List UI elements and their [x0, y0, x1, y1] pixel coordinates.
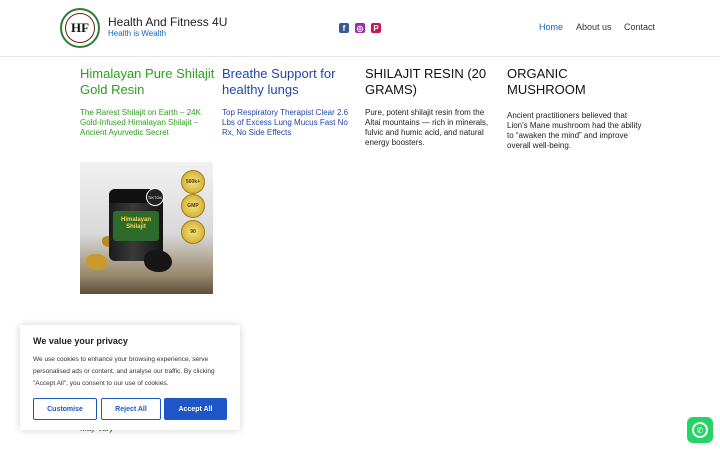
accept-all-button[interactable]: Accept All — [164, 398, 227, 420]
site-logo[interactable]: HF — [60, 8, 100, 48]
product-card-organic-mushroom: ORGANIC MUSHROOM Ancient practitioners b… — [507, 66, 642, 151]
card-text: The Rarest Shilajit on Earth – 24K Gold-… — [80, 108, 201, 137]
cookie-title: We value your privacy — [33, 336, 128, 346]
product-card-shilajit-resin: SHILAJIT RESIN (20 GRAMS) Pure, potent s… — [365, 66, 500, 148]
cookie-consent-banner: We value your privacy We use cookies to … — [20, 325, 240, 430]
tiktok-badge-icon: TIKTOK — [146, 188, 164, 206]
facebook-icon[interactable]: f — [339, 23, 349, 33]
shilajit-product-image[interactable]: Himalayan Shilajit TIKTOK 500k+ GMP 90 — [80, 162, 213, 294]
card-text: Ancient practitioners believed that Lion… — [507, 111, 642, 150]
customise-button[interactable]: Customise — [33, 398, 97, 420]
logo-monogram: HF — [65, 13, 95, 43]
pinterest-icon[interactable]: P — [371, 23, 381, 33]
card-title[interactable]: Breathe Support for healthy lungs — [222, 66, 357, 98]
phone-icon: ✆ — [692, 422, 708, 438]
card-title: ORGANIC MUSHROOM — [507, 66, 586, 97]
nav-about-us[interactable]: About us — [576, 22, 612, 32]
nav-home[interactable]: Home — [539, 22, 563, 32]
guarantee-seal-icon: 90 — [181, 220, 205, 244]
jar-label: Himalayan Shilajit — [113, 211, 159, 241]
card-title[interactable]: Himalayan Pure Shilajit Gold Resin — [80, 66, 215, 98]
cookie-description: We use cookies to enhance your browsing … — [33, 356, 215, 387]
whatsapp-icon[interactable]: ✆ — [687, 417, 713, 443]
badge-seal-icon: 500k+ — [181, 170, 205, 194]
product-card-breathe-support: Breathe Support for healthy lungs Top Re… — [222, 66, 357, 138]
black-resin-piece — [144, 250, 172, 272]
site-title[interactable]: Health And Fitness 4U — [108, 15, 227, 29]
nav-contact[interactable]: Contact — [624, 22, 655, 32]
card-title: SHILAJIT RESIN (20 GRAMS) — [365, 66, 487, 97]
site-tagline: Health is Wealth — [108, 29, 167, 38]
card-text: Pure, potent shilajit resin from the Alt… — [365, 108, 489, 147]
instagram-icon[interactable]: ◎ — [355, 23, 365, 33]
gmp-seal-icon: GMP — [181, 194, 205, 218]
reject-all-button[interactable]: Reject All — [101, 398, 161, 420]
product-card-shilajit-gold: Himalayan Pure Shilajit Gold Resin The R… — [80, 66, 215, 138]
card-text: Top Respiratory Therapist Clear 2.6 Lbs … — [222, 108, 349, 137]
gold-resin-piece — [86, 254, 108, 270]
site-header: HF Health And Fitness 4U Health is Wealt… — [0, 0, 720, 57]
